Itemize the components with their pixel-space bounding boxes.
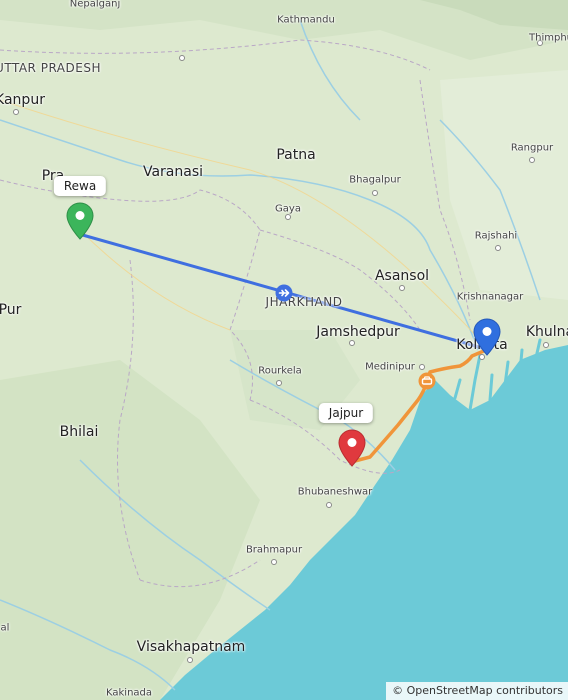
city-label-bhagalpur: Bhagalpur	[349, 174, 401, 186]
city-label-bhubaneshwar: Bhubaneshwar	[297, 486, 373, 498]
map-attribution[interactable]: © OpenStreetMap contributors	[386, 682, 568, 700]
car-icon[interactable]	[418, 372, 436, 394]
road-destination-marker[interactable]	[338, 429, 366, 471]
city-label-kanpur: Kanpur	[0, 92, 45, 108]
airplane-icon[interactable]	[275, 284, 293, 306]
city-label-gaya: Gaya	[275, 203, 301, 215]
city-label-kakinada: Kakinada	[105, 687, 153, 699]
city-label-rourkela: Rourkela	[258, 365, 302, 377]
city-label-nepalganj: Nepalganj	[69, 0, 121, 10]
city-label-khulna: Khulna	[525, 324, 568, 340]
city-label-rajshahi: Rajshahi	[474, 230, 518, 242]
city-label-brahmapur: Brahmapur	[245, 544, 303, 556]
origin-marker-label: Rewa	[53, 176, 107, 196]
city-label-varanasi: Varanasi	[142, 164, 204, 180]
city-label-medinipur: Medinipur	[365, 361, 415, 373]
destination-marker-label: Jajpur	[318, 403, 374, 423]
city-label-kathmandu: Kathmandu	[277, 14, 335, 26]
origin-marker[interactable]	[66, 202, 94, 244]
city-label-rangpur: Rangpur	[510, 142, 554, 154]
map-canvas[interactable]: UTTAR PRADESH JHARKHAND Varanasi Patna A…	[0, 0, 568, 700]
city-label-visakhapatnam: Visakhapatnam	[136, 639, 246, 655]
city-label-patna: Patna	[276, 147, 316, 163]
flight-destination-marker[interactable]	[473, 318, 501, 360]
map-pin-icon	[66, 202, 94, 240]
region-label-uttar-pradesh: UTTAR PRADESH	[0, 61, 101, 75]
map-pin-icon	[473, 318, 501, 356]
city-label-krishnanagar: Krishnanagar	[456, 291, 524, 303]
city-label-bhilai: Bhilai	[59, 424, 99, 440]
city-label-jamshedpur: Jamshedpur	[316, 324, 400, 340]
city-label-thimphu: Thimphu	[529, 32, 568, 44]
city-label-pur: Pur	[0, 302, 22, 318]
city-label-al: al	[0, 622, 10, 634]
city-label-asansol: Asansol	[374, 268, 430, 284]
map-pin-icon	[338, 429, 366, 467]
